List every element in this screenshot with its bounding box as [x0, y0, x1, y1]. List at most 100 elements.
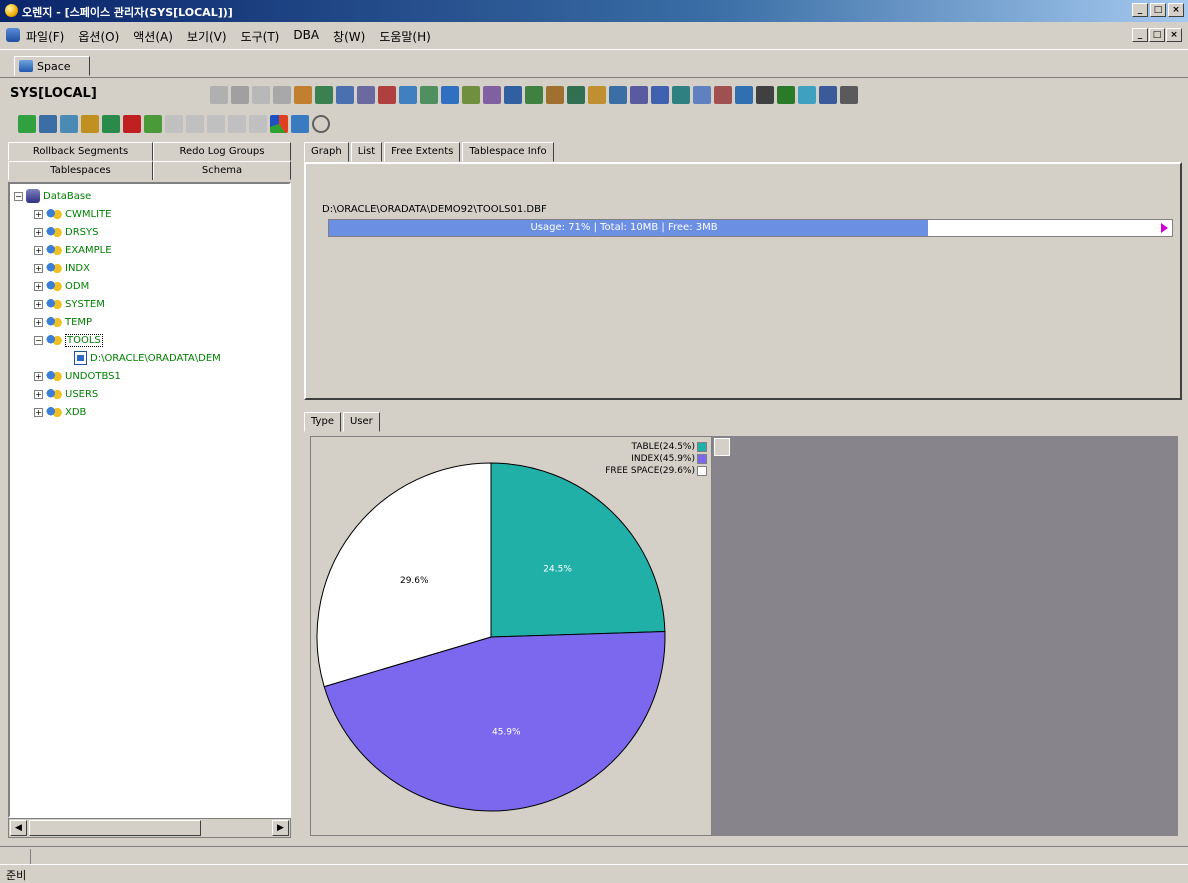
- toolbar-icon[interactable]: [546, 86, 564, 104]
- toolbar-icon[interactable]: [525, 86, 543, 104]
- tablespace-icon[interactable]: [18, 115, 36, 133]
- toolbar-icon[interactable]: [378, 86, 396, 104]
- tab-schema[interactable]: Schema: [153, 161, 291, 180]
- menu-options[interactable]: 옵션(O): [78, 28, 119, 45]
- toolbar-icon[interactable]: [672, 86, 690, 104]
- horizontal-scrollbar[interactable]: ◀ ▶: [8, 818, 291, 838]
- toolbar-icon[interactable]: [210, 86, 228, 104]
- toolbar-icon[interactable]: [798, 86, 816, 104]
- disabled-icon[interactable]: [207, 115, 225, 133]
- expand-icon[interactable]: +: [34, 389, 43, 399]
- stop-icon[interactable]: [312, 115, 330, 133]
- tab-tablespaces[interactable]: Tablespaces: [8, 161, 153, 180]
- toolbar-icon[interactable]: [294, 86, 312, 104]
- menu-dba[interactable]: DBA: [293, 28, 319, 45]
- toolbar-icon[interactable]: [420, 86, 438, 104]
- toolbar-icon[interactable]: [756, 86, 774, 104]
- resize-icon[interactable]: [144, 115, 162, 133]
- toolbar-icon[interactable]: [714, 86, 732, 104]
- toolbar-icon[interactable]: [231, 86, 249, 104]
- tree-item[interactable]: + TEMP: [34, 314, 92, 330]
- toolbar-icon[interactable]: [588, 86, 606, 104]
- toolbar-icon[interactable]: [441, 86, 459, 104]
- toolbar-icon[interactable]: [630, 86, 648, 104]
- expand-icon[interactable]: +: [34, 299, 43, 309]
- tab-type[interactable]: Type: [304, 412, 341, 432]
- toolbar-icon[interactable]: [273, 86, 291, 104]
- tab-list[interactable]: List: [350, 142, 383, 162]
- expand-icon[interactable]: +: [34, 227, 43, 237]
- detail-handle[interactable]: [714, 438, 730, 456]
- tree-item[interactable]: + SYSTEM: [34, 296, 105, 312]
- refresh-icon[interactable]: [291, 115, 309, 133]
- expand-icon[interactable]: +: [34, 281, 43, 291]
- collapse-icon[interactable]: −: [14, 191, 23, 201]
- document-icon[interactable]: [6, 28, 20, 42]
- toolbar-icon[interactable]: [315, 86, 333, 104]
- toolbar-icon[interactable]: [483, 86, 501, 104]
- toolbar-icon[interactable]: [735, 86, 753, 104]
- expand-icon[interactable]: +: [34, 371, 43, 381]
- toolbar-icon[interactable]: [840, 86, 858, 104]
- tree-item[interactable]: + USERS: [34, 386, 98, 402]
- menu-window[interactable]: 창(W): [333, 28, 365, 45]
- tree-item[interactable]: + CWMLITE: [34, 206, 111, 222]
- expand-icon[interactable]: +: [34, 263, 43, 273]
- pie-chart-icon[interactable]: [270, 115, 288, 133]
- menu-file[interactable]: 파일(F): [26, 28, 64, 45]
- pie-slice[interactable]: [490, 462, 666, 638]
- toolbar-icon[interactable]: [777, 86, 795, 104]
- mdi-restore-button[interactable]: □: [1149, 28, 1165, 42]
- toolbar-icon[interactable]: [462, 86, 480, 104]
- close-button[interactable]: ×: [1168, 3, 1184, 17]
- disabled-icon[interactable]: [165, 115, 183, 133]
- scroll-right-icon[interactable]: ▶: [272, 820, 289, 836]
- tab-redo-log-groups[interactable]: Redo Log Groups: [153, 142, 291, 161]
- tree-item[interactable]: + UNDOTBS1: [34, 368, 121, 384]
- edit-icon[interactable]: [102, 115, 120, 133]
- menu-action[interactable]: 액션(A): [133, 28, 173, 45]
- disabled-icon[interactable]: [186, 115, 204, 133]
- toolbar-icon[interactable]: [336, 86, 354, 104]
- delete-icon[interactable]: [123, 115, 141, 133]
- toolbar-icon[interactable]: [819, 86, 837, 104]
- expand-icon[interactable]: +: [34, 407, 43, 417]
- tree-root[interactable]: − DataBase: [14, 188, 91, 204]
- datafile-icon[interactable]: [39, 115, 57, 133]
- tree-item[interactable]: + EXAMPLE: [34, 242, 112, 258]
- expand-icon[interactable]: +: [34, 317, 43, 327]
- tab-graph[interactable]: Graph: [304, 142, 349, 162]
- menu-view[interactable]: 보기(V): [187, 28, 227, 45]
- toolbar-icon[interactable]: [504, 86, 522, 104]
- tab-rollback-segments[interactable]: Rollback Segments: [8, 142, 153, 161]
- tree-item[interactable]: + INDX: [34, 260, 90, 276]
- tab-user[interactable]: User: [342, 412, 380, 432]
- tab-free-extents[interactable]: Free Extents: [384, 142, 461, 162]
- app-icon[interactable]: [5, 4, 18, 17]
- menu-help[interactable]: 도움말(H): [379, 28, 431, 45]
- mdi-minimize-button[interactable]: _: [1132, 28, 1148, 42]
- toolbar-icon[interactable]: [252, 86, 270, 104]
- tree-item[interactable]: + DRSYS: [34, 224, 98, 240]
- add-icon[interactable]: [81, 115, 99, 133]
- toolbar-icon[interactable]: [567, 86, 585, 104]
- maximize-button[interactable]: □: [1150, 3, 1166, 17]
- scroll-thumb[interactable]: [29, 820, 201, 836]
- tree-datafile[interactable]: D:\ORACLE\ORADATA\DEM: [74, 350, 221, 366]
- disabled-icon[interactable]: [249, 115, 267, 133]
- toolbar-icon[interactable]: [609, 86, 627, 104]
- scroll-left-icon[interactable]: ◀: [10, 820, 27, 836]
- toolbar-icon[interactable]: [357, 86, 375, 104]
- toolbar-icon[interactable]: [651, 86, 669, 104]
- mdi-close-button[interactable]: ×: [1166, 28, 1182, 42]
- tab-tablespace-info[interactable]: Tablespace Info: [462, 142, 554, 162]
- expand-icon[interactable]: +: [34, 245, 43, 255]
- tree-item[interactable]: + ODM: [34, 278, 89, 294]
- collapse-icon[interactable]: −: [34, 335, 43, 345]
- toolbar-icon[interactable]: [399, 86, 417, 104]
- minimize-button[interactable]: _: [1132, 3, 1148, 17]
- segment-icon[interactable]: [60, 115, 78, 133]
- expand-icon[interactable]: +: [34, 209, 43, 219]
- menu-tools[interactable]: 도구(T): [241, 28, 280, 45]
- toolbar-icon[interactable]: [693, 86, 711, 104]
